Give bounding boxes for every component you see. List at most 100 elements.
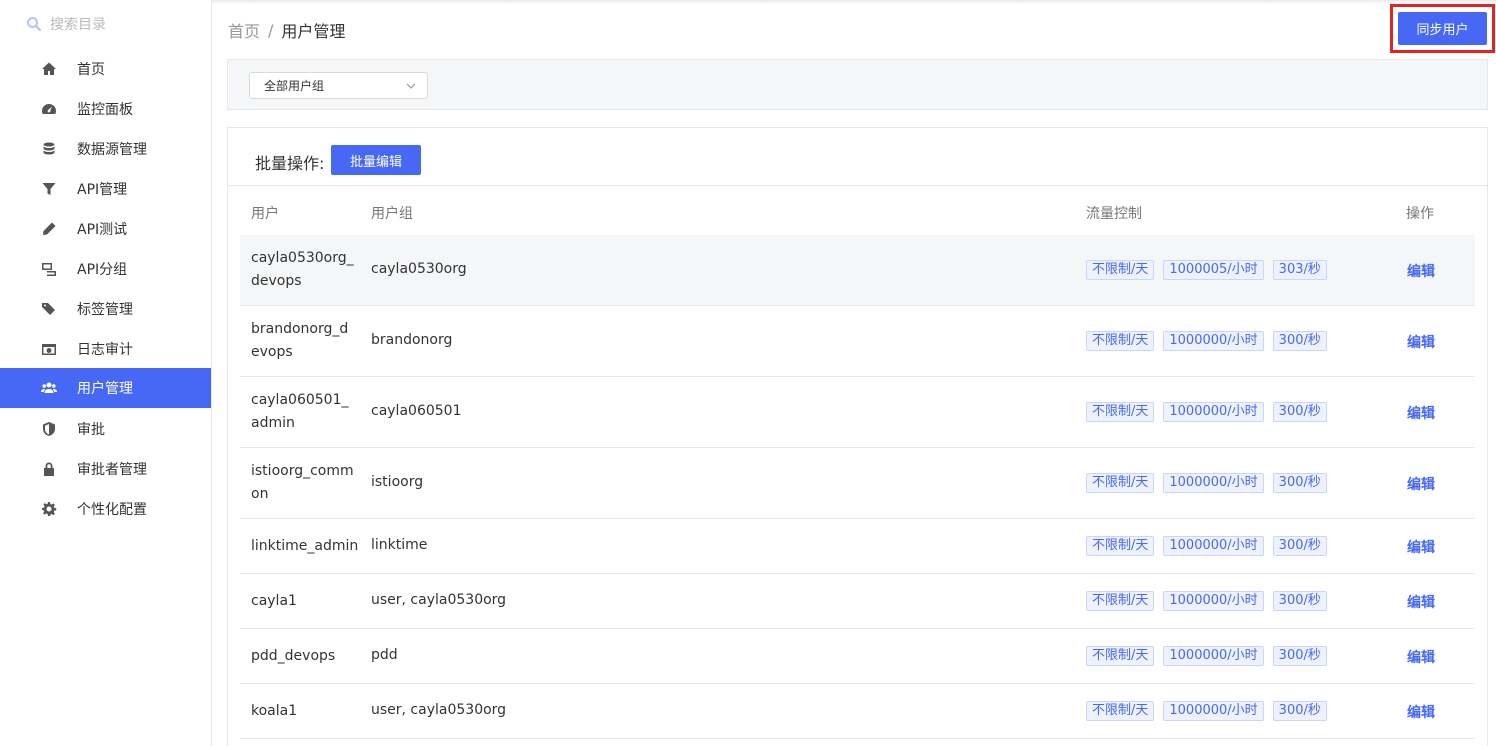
group-cell: cayla060501	[371, 403, 462, 419]
user-cell: cayla060501_admin	[251, 392, 349, 431]
sidebar-item-datasource[interactable]: 数据源管理	[0, 129, 211, 169]
user-cell: cayla1	[251, 593, 297, 609]
sidebar-item-audit-log[interactable]: 日志审计	[0, 329, 211, 369]
catalog-search[interactable]: 搜索目录	[26, 12, 106, 36]
daily-limit-tag: 不限制/天	[1086, 473, 1155, 493]
sidebar-item-label: 监控面板	[77, 102, 133, 118]
edit-link[interactable]: 编辑	[1407, 592, 1435, 612]
second-limit-tag: 300/秒	[1272, 473, 1327, 493]
table-row: cayla1 user, cayla0530org 不限制/天 1000000/…	[240, 574, 1475, 629]
user-cell: istioorg_common	[251, 463, 354, 502]
user-cell: brandonorg_devops	[251, 321, 349, 360]
user-cell: cayla0530org_devops	[251, 250, 354, 289]
sidebar-item-api-test[interactable]: API测试	[0, 209, 211, 249]
tags-icon	[40, 300, 58, 318]
traffic-tags: 不限制/天 1000000/小时 300/秒	[1086, 536, 1327, 556]
user-cell: koala1	[251, 703, 298, 719]
filter-icon	[40, 180, 58, 198]
sidebar-item-personalization[interactable]: 个性化配置	[0, 489, 211, 529]
table-row: linktime_admin linktime 不限制/天 1000000/小时…	[240, 519, 1475, 574]
daily-limit-tag: 不限制/天	[1086, 331, 1155, 351]
users-icon	[40, 379, 58, 397]
pencil-icon	[40, 220, 58, 238]
sync-users-button[interactable]: 同步用户	[1398, 12, 1487, 45]
topbar-shadow	[212, 0, 1496, 4]
group-cell: istioorg	[371, 474, 424, 490]
dashboard-icon	[40, 100, 58, 118]
group-cell: user, cayla0530org	[371, 592, 507, 608]
sidebar-item-home[interactable]: 首页	[0, 49, 211, 89]
sidebar-item-label: API管理	[77, 182, 128, 198]
table-header: 用户 用户组 流量控制 操作	[240, 187, 1475, 235]
hourly-limit-tag: 1000000/小时	[1163, 591, 1264, 611]
hourly-limit-tag: 1000000/小时	[1163, 331, 1264, 351]
edit-link[interactable]: 编辑	[1407, 702, 1435, 722]
second-limit-tag: 300/秒	[1272, 536, 1327, 556]
daily-limit-tag: 不限制/天	[1086, 260, 1155, 280]
group-icon	[40, 260, 58, 278]
table-row: cayla0530org_devops cayla0530org 不限制/天 1…	[240, 235, 1475, 306]
shield-icon	[40, 420, 58, 438]
second-limit-tag: 303/秒	[1272, 260, 1327, 280]
second-limit-tag: 300/秒	[1272, 331, 1327, 351]
filter-bar: 全部用户组	[227, 59, 1488, 110]
column-header-traffic: 流量控制	[1086, 206, 1142, 222]
second-limit-tag: 300/秒	[1272, 646, 1327, 666]
user-group-select[interactable]: 全部用户组	[249, 72, 428, 99]
daily-limit-tag: 不限制/天	[1086, 536, 1155, 556]
table-row: koala1 user, cayla0530org 不限制/天 1000000/…	[240, 684, 1475, 739]
edit-link[interactable]: 编辑	[1407, 403, 1435, 423]
second-limit-tag: 300/秒	[1272, 591, 1327, 611]
batch-label: 批量操作:	[255, 154, 325, 173]
search-placeholder: 搜索目录	[50, 17, 106, 33]
breadcrumb: 首页 / 用户管理	[228, 18, 345, 42]
sidebar-item-label: 首页	[77, 62, 105, 78]
sidebar-item-approval[interactable]: 审批	[0, 409, 211, 449]
hourly-limit-tag: 1000000/小时	[1163, 646, 1264, 666]
breadcrumb-home[interactable]: 首页	[228, 18, 260, 42]
sidebar-item-label: 日志审计	[77, 342, 133, 358]
edit-link[interactable]: 编辑	[1407, 647, 1435, 667]
daily-limit-tag: 不限制/天	[1086, 701, 1155, 721]
daily-limit-tag: 不限制/天	[1086, 402, 1155, 422]
group-cell: linktime	[371, 537, 428, 553]
table-row: istioorg_common istioorg 不限制/天 1000000/小…	[240, 448, 1475, 519]
user-group-select-value: 全部用户组	[264, 79, 325, 93]
traffic-tags: 不限制/天 1000000/小时 300/秒	[1086, 331, 1327, 351]
sidebar-item-approver-management[interactable]: 审批者管理	[0, 449, 211, 489]
sidebar-item-label: API分组	[77, 262, 128, 278]
breadcrumb-current: 用户管理	[281, 22, 346, 41]
edit-link[interactable]: 编辑	[1407, 474, 1435, 494]
search-icon	[27, 17, 42, 32]
second-limit-tag: 300/秒	[1272, 701, 1327, 721]
sidebar-item-api-management[interactable]: API管理	[0, 169, 211, 209]
gear-icon	[40, 500, 58, 518]
edit-link[interactable]: 编辑	[1407, 261, 1435, 281]
database-icon	[40, 140, 58, 158]
breadcrumb-separator: /	[268, 20, 274, 40]
sidebar-item-tags[interactable]: 标签管理	[0, 289, 211, 329]
sidebar-item-label: 个性化配置	[77, 502, 147, 518]
group-cell: brandonorg	[371, 332, 453, 348]
home-icon	[40, 60, 58, 78]
sidebar-item-dashboard[interactable]: 监控面板	[0, 89, 211, 129]
column-header-group: 用户组	[371, 206, 413, 222]
traffic-tags: 不限制/天 1000000/小时 300/秒	[1086, 646, 1327, 666]
group-cell: user, cayla0530org	[371, 702, 507, 718]
batch-edit-button[interactable]: 批量编辑	[331, 145, 421, 175]
group-cell: cayla0530org	[371, 261, 467, 277]
user-cell: linktime_admin	[251, 538, 359, 554]
table-row: cayla060501_admin cayla060501 不限制/天 1000…	[240, 377, 1475, 448]
column-header-user: 用户	[251, 206, 279, 222]
sidebar: 搜索目录 首页 监控面板 数据源管理 API管理 API测试 API分组 标签管…	[0, 0, 212, 746]
sidebar-item-api-group[interactable]: API分组	[0, 249, 211, 289]
table-row: brandonorg_devops brandonorg 不限制/天 10000…	[240, 306, 1475, 377]
edit-link[interactable]: 编辑	[1407, 537, 1435, 557]
edit-link[interactable]: 编辑	[1407, 332, 1435, 352]
sidebar-item-user-management[interactable]: 用户管理	[0, 368, 211, 408]
column-header-action: 操作	[1406, 206, 1434, 222]
traffic-tags: 不限制/天 1000000/小时 300/秒	[1086, 701, 1327, 721]
sidebar-item-label: 标签管理	[77, 302, 133, 318]
batch-operations-bar: 批量操作: 批量编辑	[228, 128, 1487, 186]
hourly-limit-tag: 1000000/小时	[1163, 701, 1264, 721]
